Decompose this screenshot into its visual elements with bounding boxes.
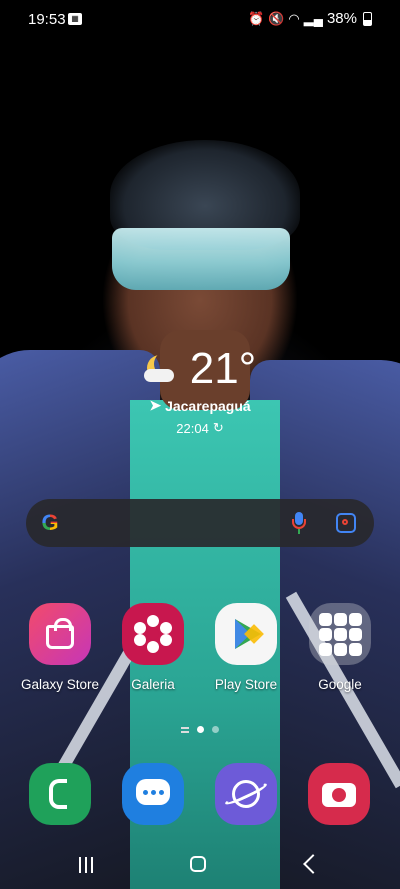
app-galaxy-store[interactable]: Galaxy Store: [15, 603, 105, 692]
home-button[interactable]: [190, 856, 206, 872]
wallpaper: [0, 0, 400, 889]
weather-location: ➤ Jacarepaguá: [0, 397, 400, 414]
play-triangle-icon: [215, 603, 277, 665]
app-galeria[interactable]: Galeria: [108, 603, 198, 692]
dock-internet[interactable]: [215, 763, 277, 825]
app-label: Play Store: [214, 677, 278, 692]
battery-percent: 38%: [326, 10, 357, 27]
status-bar: 19:53 ▦ ⏰ 🔇 ◠ ▂▄ 38%: [0, 0, 400, 38]
notification-icon: ▦: [68, 13, 82, 25]
mic-icon[interactable]: [292, 512, 306, 534]
flower-icon: [122, 603, 184, 665]
status-time: 19:53: [28, 11, 66, 28]
folder-icon: [309, 603, 371, 665]
signal-icon: ▂▄: [303, 10, 323, 26]
refresh-icon[interactable]: ↻: [213, 420, 224, 436]
shopping-bag-icon: [29, 603, 91, 665]
app-play-store[interactable]: Play Store: [201, 603, 291, 692]
page-indicator[interactable]: [0, 726, 400, 733]
dock-messages[interactable]: [122, 763, 184, 825]
dock-phone[interactable]: [29, 763, 91, 825]
page-dot: [212, 726, 219, 733]
app-label: Google: [318, 677, 362, 692]
weather-location-label: Jacarepaguá: [165, 397, 251, 414]
page-list-icon: [181, 726, 189, 733]
camera-icon: [322, 783, 356, 807]
app-label: Galeria: [131, 677, 175, 692]
phone-icon: [49, 779, 67, 809]
weather-widget[interactable]: 21° ➤ Jacarepaguá 22:04 ↻: [0, 345, 400, 436]
lens-icon[interactable]: [336, 513, 356, 533]
dock-camera[interactable]: [308, 763, 370, 825]
navigation-bar: [0, 842, 400, 889]
recent-apps-button[interactable]: [79, 857, 93, 873]
weather-updated: 22:04 ↻: [0, 420, 400, 436]
mute-icon: 🔇: [268, 10, 285, 26]
status-right: ⏰ 🔇 ◠ ▂▄ 38%: [248, 10, 372, 27]
alarm-icon: ⏰: [248, 10, 265, 26]
app-google-folder[interactable]: Google: [295, 603, 385, 692]
google-search-bar[interactable]: G: [26, 499, 374, 547]
app-label: Galaxy Store: [20, 677, 100, 692]
back-button[interactable]: [303, 854, 323, 874]
weather-updated-time: 22:04: [176, 420, 209, 436]
weather-temperature: 21°: [189, 344, 257, 393]
wifi-icon: ◠: [288, 10, 300, 26]
location-icon: ➤: [149, 397, 162, 413]
moon-cloud-icon: [143, 351, 184, 387]
page-dot-active: [197, 726, 204, 733]
wallpaper-visor: [112, 228, 290, 290]
message-icon: [136, 779, 170, 805]
battery-icon: [363, 11, 372, 26]
google-logo-icon: G: [38, 511, 62, 535]
